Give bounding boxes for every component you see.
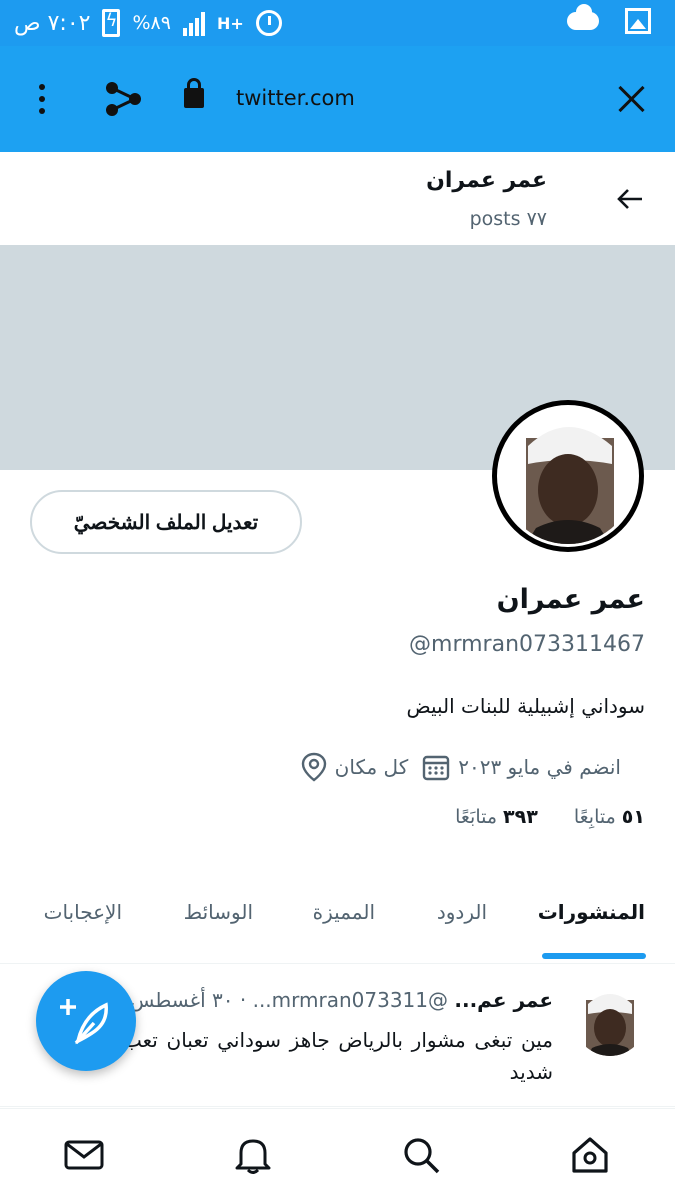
joined-text: انضم في مايو ٢٠٢٣ [458, 755, 621, 779]
location-item: كل مكان [301, 752, 409, 782]
battery-icon [102, 9, 121, 37]
status-bar-left: ٧:٠٢ ص %٨٩ H+ [14, 8, 282, 38]
status-bar: ٧:٠٢ ص %٨٩ H+ [0, 0, 675, 46]
compose-post-button[interactable] [36, 971, 136, 1071]
active-tab-indicator [542, 953, 646, 959]
followers-label: متابِعًا [573, 806, 616, 828]
messages-icon[interactable] [64, 1135, 104, 1175]
tab-media[interactable]: الوسائط [184, 900, 253, 924]
following-link[interactable]: ٣٩٣متابَعًا [455, 806, 538, 828]
followers-count: ٥١ [621, 806, 645, 828]
notifications-icon[interactable] [233, 1135, 273, 1175]
battery-level: %٨٩ [132, 12, 171, 34]
following-count: ٣٩٣ [503, 806, 538, 828]
post-author-handle[interactable]: @mrmran073311... [253, 988, 448, 1012]
header-name: عمر عمران [426, 168, 547, 193]
alarm-icon [255, 10, 282, 36]
calendar-icon [423, 755, 450, 781]
search-icon[interactable] [401, 1135, 441, 1175]
address-bar[interactable]: twitter.com [236, 86, 355, 110]
network-type: H+ [216, 13, 244, 33]
home-icon[interactable] [570, 1135, 610, 1175]
profile-tabs: المنشورات الردود المميزة الوسائط الإعجاب… [0, 880, 675, 964]
tab-likes[interactable]: الإعجابات [44, 900, 122, 924]
profile-bio: سوداني إشبيلية للبنات البيض [406, 694, 645, 718]
followers-link[interactable]: ٥١متابِعًا [574, 806, 645, 828]
cloud-icon [567, 4, 599, 30]
post-date[interactable]: ٣٠ أغسطس [130, 988, 234, 1012]
signal-icon [182, 10, 205, 36]
status-time: ٧:٠٢ ص [14, 10, 91, 36]
lock-icon [184, 78, 204, 108]
post-header: عمر عم... @mrmran073311... · ٣٠ أغسطس [129, 988, 553, 1012]
status-bar-right [567, 4, 651, 34]
tab-replies[interactable]: الردود [437, 900, 487, 924]
profile-handle: @mrmran073311467 [409, 632, 645, 657]
following-label: متابَعًا [455, 806, 498, 828]
profile-name: عمر عمران [496, 584, 645, 615]
tab-highlights[interactable]: المميزة [313, 900, 375, 924]
profile-meta: كل مكان انضم في مايو ٢٠٢٣ [301, 750, 645, 784]
bottom-navigation [0, 1108, 675, 1200]
post-avatar[interactable] [574, 984, 646, 1056]
profile-header: عمر عمران ٧٧ posts [0, 152, 675, 245]
location-text: كل مكان [334, 755, 409, 779]
joined-item: انضم في مايو ٢٠٢٣ [422, 753, 621, 781]
avatar[interactable] [492, 400, 644, 552]
back-arrow-icon[interactable] [615, 184, 645, 214]
header-post-count: ٧٧ posts [469, 208, 547, 230]
post-text: مين تبغى مشوار بالرياض جاهز سوداني تعبان… [123, 1028, 553, 1084]
tab-posts[interactable]: المنشورات [538, 900, 645, 924]
gallery-icon [625, 8, 651, 34]
browser-toolbar: twitter.com [0, 46, 675, 152]
more-vertical-icon[interactable] [32, 84, 52, 116]
follow-stats: ٣٩٣متابَعًا ٥١متابِعًا [455, 806, 645, 828]
close-icon[interactable] [617, 84, 647, 114]
edit-profile-button[interactable]: تعديل الملف الشخصيّ [30, 490, 302, 554]
share-icon[interactable] [104, 80, 142, 118]
post-author-name[interactable]: عمر عم... [454, 988, 553, 1012]
feather-plus-icon [60, 999, 108, 1045]
avatar-photo [500, 408, 636, 544]
location-pin-icon [301, 752, 326, 782]
